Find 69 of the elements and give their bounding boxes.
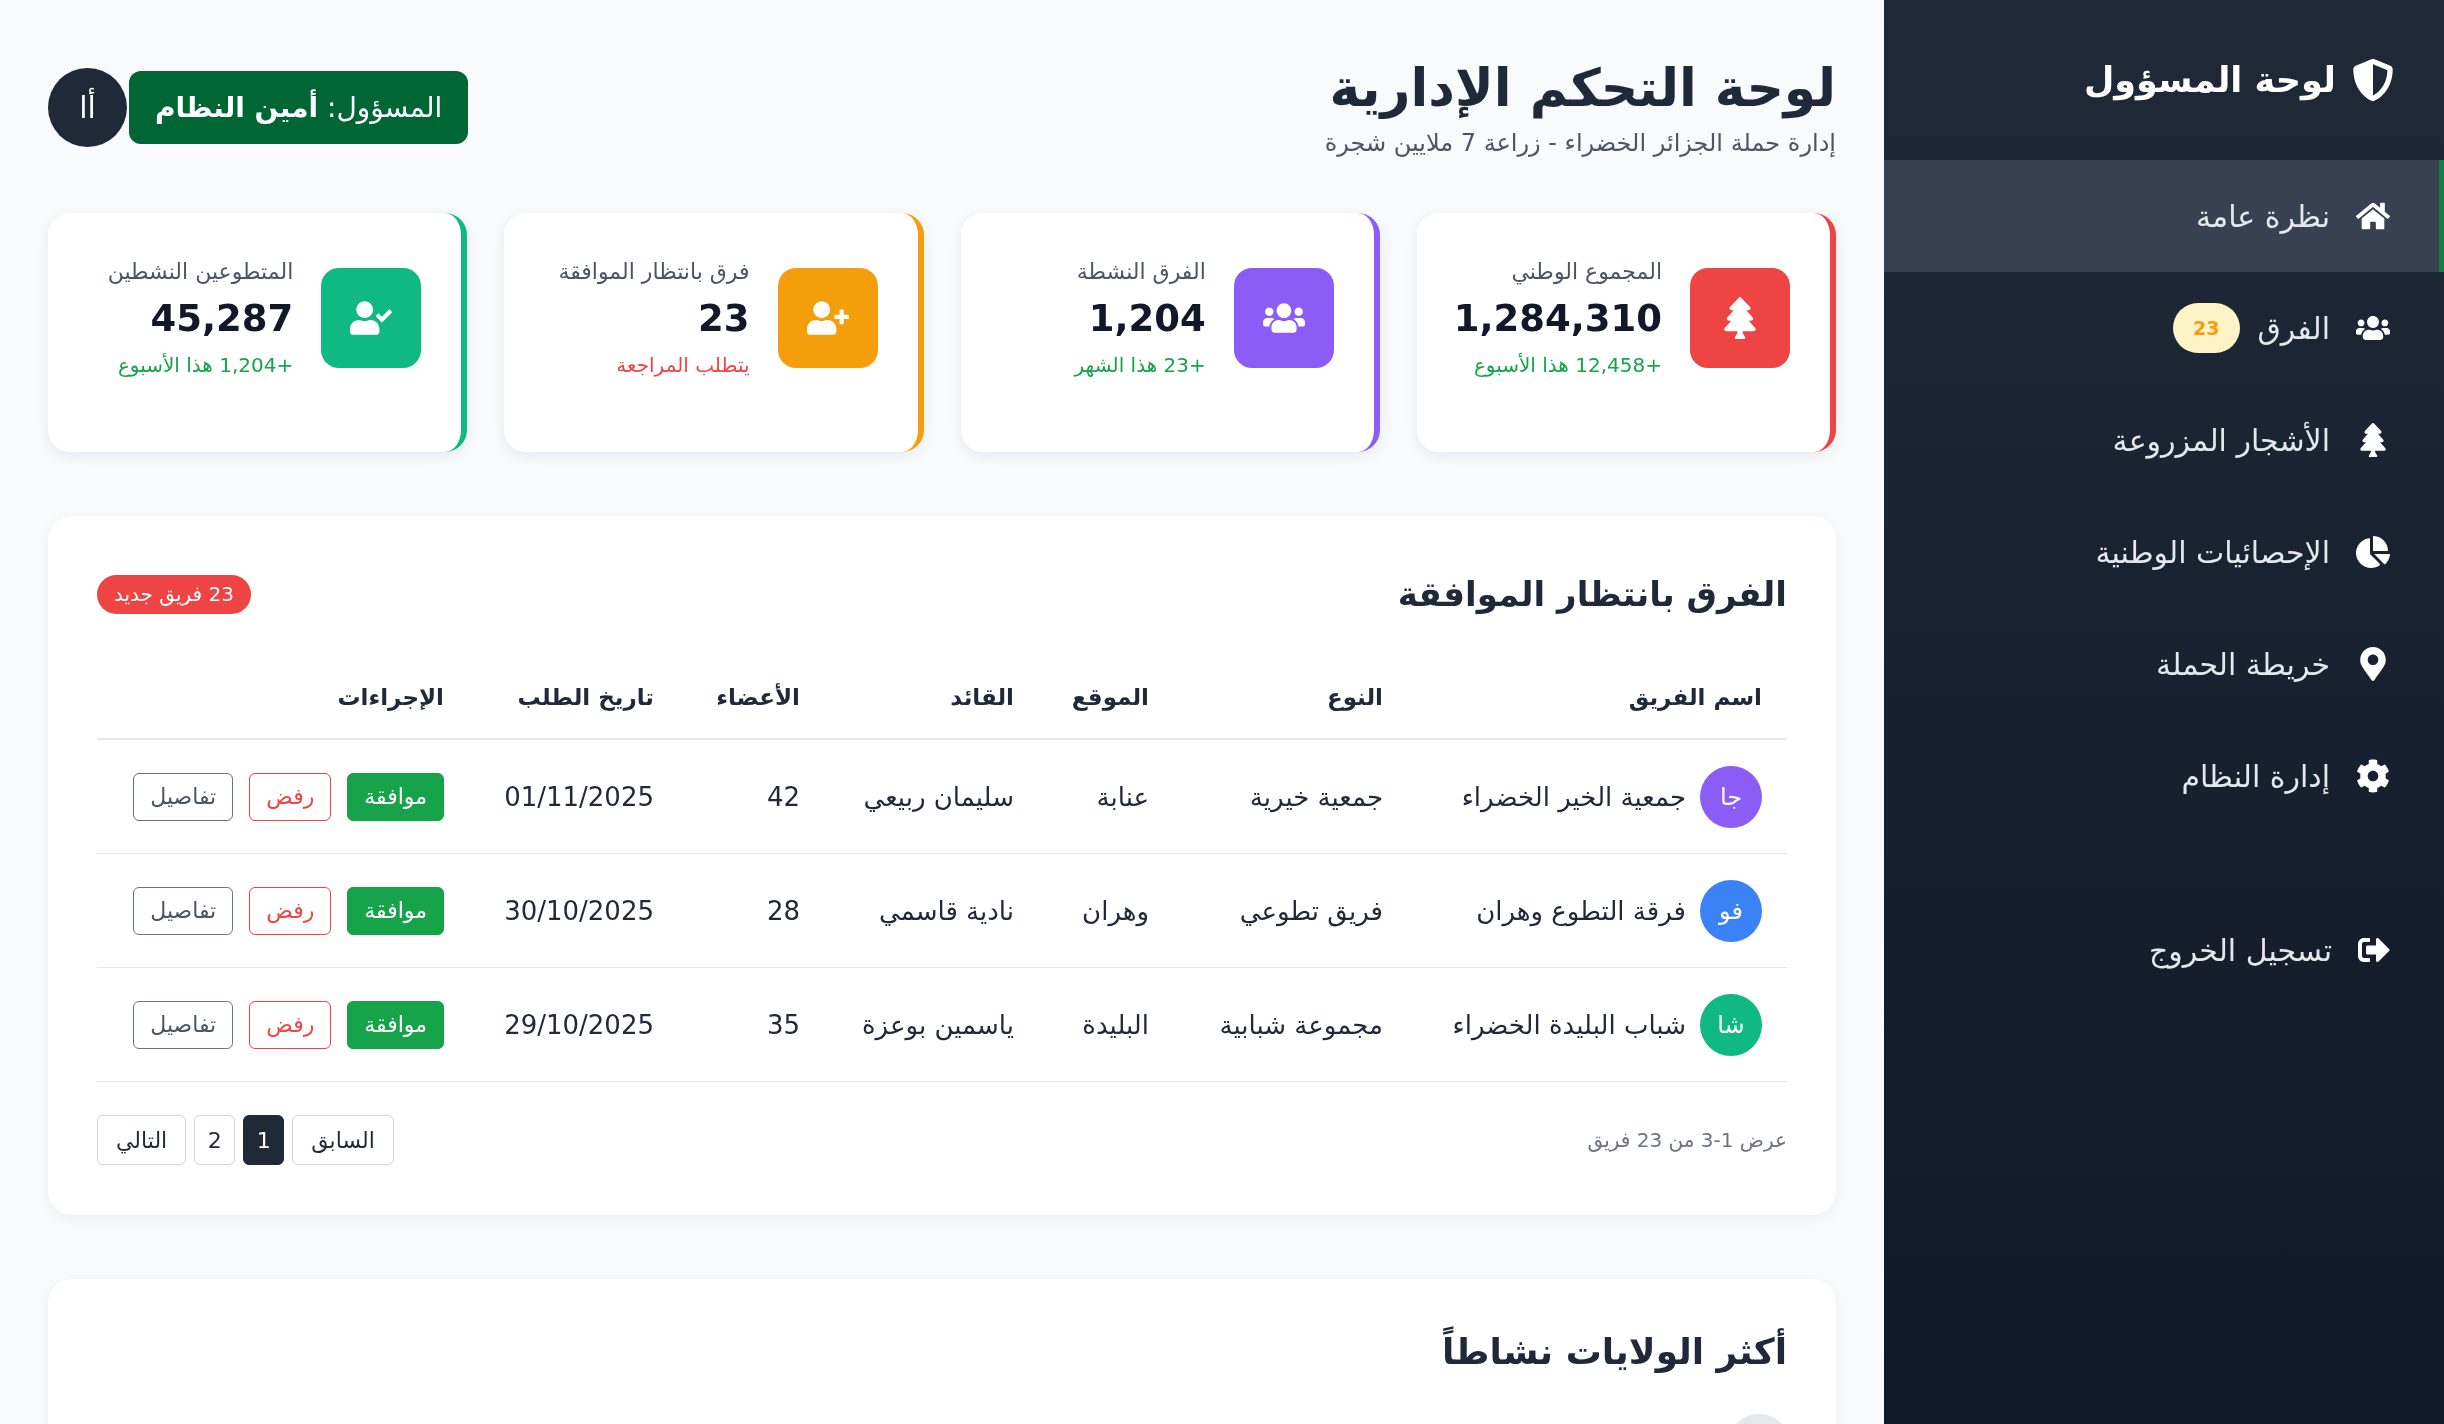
table-cell-text: جمعية خيرية [1248,781,1384,812]
pagination-summary: عرض 1-3 من 23 فريق [1587,1128,1787,1153]
reject-button[interactable]: رفض [249,772,332,821]
table-cell-text: 01/11/2025 [503,781,655,812]
section-title: الفرق بانتظار الموافقة [1397,574,1787,615]
team-avatar: جا [1700,765,1762,828]
stat-note: +12,458 هذا الأسبوع [1473,352,1662,380]
details-button[interactable]: تفاصيل [133,886,234,935]
reject-button[interactable]: رفض [249,886,332,935]
table-cell-text: عنابة [1095,781,1150,812]
shield-icon [2352,59,2394,101]
page-button[interactable]: 2 [194,1115,236,1166]
table-cell-text: 29/10/2025 [503,1009,655,1040]
details-button[interactable]: تفاصيل [133,1000,234,1049]
column-header: الإجراءات [336,684,445,711]
pie-chart-icon [2356,535,2390,569]
column-header: الأعضاء [715,684,801,711]
details-button[interactable]: تفاصيل [133,772,234,821]
count-badge: 23 [2173,303,2240,353]
column-header: النوع [1325,684,1384,711]
table-cell-text: مجموعة شبابية [1218,1009,1384,1040]
team-name: جمعية الخير الخضراء [1461,781,1686,812]
previous-button[interactable]: السابق [292,1115,394,1166]
table-cell-text: ياسمين بوعزة [860,1009,1015,1040]
column-header: اسم الفريق [1627,684,1763,711]
table-cell-text: 28 [765,895,801,926]
stat-note: +23 هذا الشهر [1074,352,1206,380]
table-cell-text: فريق تطوعي [1238,895,1384,926]
page-title: لوحة التحكم الإدارية [1328,57,1836,120]
reject-button[interactable]: رفض [249,1000,332,1049]
page-subtitle: إدارة حملة الجزائر الخضراء - زراعة 7 ملايين شجرة [1324,129,1836,158]
nav-item[interactable]: إدارة النظام [1884,720,2444,832]
stat-value: 23 [698,296,750,343]
column-header: الموقع [1070,684,1150,711]
stat-value: 1,284,310 [1453,296,1662,343]
table-cell-text: وهران [1081,895,1150,926]
nav-item[interactable]: الإحصائيات الوطنية [1884,496,2444,608]
section-title: أكثر الولايات نشاطاً [97,1328,1787,1377]
next-button[interactable]: التالي [97,1115,187,1166]
column-header: القائد [949,684,1015,711]
stat-value: 45,287 [150,296,294,343]
table-cell-text: البليدة [1081,1009,1150,1040]
stat-value: 1,204 [1088,296,1206,343]
stat-note: +1,204 هذا الأسبوع [117,352,294,380]
stat-note: يتطلب المراجعة [616,352,750,380]
stat-label: المتطوعين النشطين [107,258,294,287]
stat-label: فرق بانتظار الموافقة [558,258,750,287]
table-cell-text: 42 [765,781,801,812]
nav-item[interactable]: الأشجار المزروعة [1884,384,2444,496]
new-teams-badge: 23 فريق جديد [97,574,251,614]
table-cell-text: سليمان ربيعي [862,781,1015,812]
page-button[interactable]: 1 [243,1115,285,1166]
settings-icon [2356,759,2390,793]
nav-item[interactable]: نظرة عامة [1884,160,2444,272]
table-cell-text: نادية قاسمي [878,895,1015,926]
admin-badge: المسؤول: أمين النظام [129,70,469,144]
nav-item[interactable]: خريطة الحملة [1884,608,2444,720]
sidebar-title: لوحة المسؤول [2084,60,2336,100]
table-cell-text: 35 [765,1009,801,1040]
table-cell-text: 30/10/2025 [503,895,655,926]
team-avatar: فو [1700,879,1762,942]
admin-avatar[interactable]: أا [48,67,127,147]
team-name: فرقة التطوع وهران [1476,895,1686,926]
team-avatar: شا [1700,993,1762,1056]
column-header: تاريخ الطلب [516,684,655,711]
logout-link[interactable]: تسجيل الخروج [1884,894,2444,1006]
team-name: شباب البليدة الخضراء [1452,1009,1686,1040]
stat-label: المجموع الوطني [1511,258,1662,287]
stat-label: الفرق النشطة [1076,258,1206,287]
